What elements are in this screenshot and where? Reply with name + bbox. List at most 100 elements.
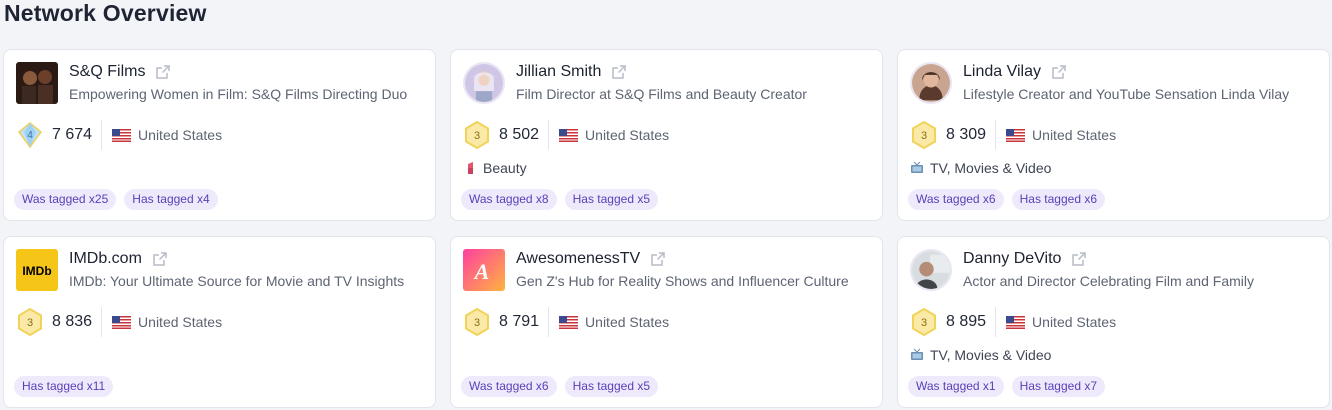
- gold-level-badge-icon: 3: [910, 308, 938, 336]
- divider: [995, 120, 997, 150]
- tag-was-tagged[interactable]: Was tagged x8: [461, 189, 557, 210]
- level-number: 3: [474, 317, 480, 329]
- profile-name-text[interactable]: Jillian Smith: [516, 63, 601, 81]
- divider: [101, 307, 103, 337]
- country-label: United States: [585, 127, 670, 143]
- tag-has-tagged[interactable]: Has tagged x5: [564, 189, 658, 210]
- country-label: United States: [138, 127, 223, 143]
- gold-level-badge-icon: 3: [463, 308, 491, 336]
- stats-row: 3 8 791 United States: [463, 307, 669, 337]
- stats-row: 3 8 836 United States: [16, 307, 222, 337]
- logo-text: IMDb: [22, 264, 51, 278]
- score-value: 7 674: [52, 126, 93, 143]
- avatar[interactable]: [16, 62, 58, 104]
- country-label: United States: [138, 314, 223, 330]
- us-flag-icon: [112, 315, 132, 329]
- profile-name-text[interactable]: AwesomenessTV: [516, 250, 640, 268]
- profile-card-linda-vilay[interactable]: Linda Vilay Lifestyle Creator and YouTub…: [897, 49, 1330, 221]
- stats-row: 4 7 674 United States: [16, 120, 222, 150]
- profile-description: Gen Z's Hub for Reality Shows and Influe…: [516, 273, 849, 289]
- profile-description: IMDb: Your Ultimate Source for Movie and…: [69, 273, 405, 289]
- lipstick-icon: [463, 161, 477, 175]
- divider: [548, 307, 550, 337]
- awesomenesstv-logo[interactable]: A: [463, 249, 505, 291]
- profile-name: AwesomenessTV: [516, 250, 666, 268]
- profile-name-text[interactable]: IMDb.com: [69, 250, 142, 268]
- profile-name: Danny DeVito: [963, 250, 1087, 268]
- us-flag-icon: [559, 315, 579, 329]
- level-number: 3: [27, 317, 33, 329]
- diamond-level-badge-icon: 4: [16, 121, 44, 149]
- category-label: TV, Movies & Video: [930, 160, 1052, 176]
- profile-name: S&Q Films: [69, 63, 171, 81]
- tag-has-tagged[interactable]: Has tagged x6: [1011, 189, 1105, 210]
- tag-was-tagged[interactable]: Was tagged x25: [14, 189, 117, 210]
- divider: [548, 120, 550, 150]
- category-row: TV, Movies & Video: [910, 347, 1051, 363]
- profile-card-danny-devito[interactable]: Danny DeVito Actor and Director Celebrat…: [897, 236, 1330, 408]
- gold-level-badge-icon: 3: [16, 308, 44, 336]
- tag-list: Has tagged x11: [14, 376, 114, 397]
- profile-description: Film Director at S&Q Films and Beauty Cr…: [516, 86, 807, 102]
- tag-has-tagged[interactable]: Has tagged x4: [124, 189, 218, 210]
- stats-row: 3 8 309 United States: [910, 120, 1116, 150]
- avatar[interactable]: [463, 62, 505, 104]
- external-link-icon[interactable]: [155, 64, 171, 80]
- tag-list: Was tagged x1 Has tagged x7: [908, 376, 1105, 397]
- tag-was-tagged[interactable]: Was tagged x6: [908, 189, 1004, 210]
- divider: [101, 120, 103, 150]
- gold-level-badge-icon: 3: [910, 121, 938, 149]
- us-flag-icon: [112, 128, 132, 142]
- tag-has-tagged[interactable]: Has tagged x5: [564, 376, 658, 397]
- us-flag-icon: [559, 128, 579, 142]
- profile-name-text[interactable]: Linda Vilay: [963, 63, 1041, 81]
- television-icon: [910, 348, 924, 362]
- profile-card-jillian-smith[interactable]: Jillian Smith Film Director at S&Q Films…: [450, 49, 883, 221]
- external-link-icon[interactable]: [611, 64, 627, 80]
- profile-card-sq-films[interactable]: S&Q Films Empowering Women in Film: S&Q …: [3, 49, 436, 221]
- network-grid: S&Q Films Empowering Women in Film: S&Q …: [3, 49, 1330, 408]
- avatar[interactable]: [910, 62, 952, 104]
- score-value: 8 502: [499, 126, 540, 143]
- profile-card-awesomenesstv[interactable]: A AwesomenessTV Gen Z's Hub for Reality …: [450, 236, 883, 408]
- imdb-logo[interactable]: IMDb: [16, 249, 58, 291]
- profile-name: Linda Vilay: [963, 63, 1067, 81]
- us-flag-icon: [1006, 315, 1026, 329]
- tag-was-tagged[interactable]: Was tagged x6: [461, 376, 557, 397]
- category-row: TV, Movies & Video: [910, 160, 1051, 176]
- tag-has-tagged[interactable]: Has tagged x7: [1011, 376, 1105, 397]
- score-value: 8 309: [946, 126, 987, 143]
- external-link-icon[interactable]: [1071, 251, 1087, 267]
- tag-was-tagged[interactable]: Was tagged x1: [908, 376, 1004, 397]
- score-value: 8 791: [499, 313, 540, 330]
- profile-description: Lifestyle Creator and YouTube Sensation …: [963, 86, 1290, 102]
- page-title: Network Overview: [4, 0, 207, 26]
- profile-name-text[interactable]: S&Q Films: [69, 63, 145, 81]
- category-label: TV, Movies & Video: [930, 347, 1052, 363]
- profile-name: IMDb.com: [69, 250, 168, 268]
- tag-has-tagged[interactable]: Has tagged x11: [14, 376, 114, 397]
- country-label: United States: [585, 314, 670, 330]
- external-link-icon[interactable]: [1051, 64, 1067, 80]
- television-icon: [910, 161, 924, 175]
- score-value: 8 836: [52, 313, 93, 330]
- stats-row: 3 8 502 United States: [463, 120, 669, 150]
- external-link-icon[interactable]: [152, 251, 168, 267]
- level-number: 3: [921, 317, 927, 329]
- external-link-icon[interactable]: [650, 251, 666, 267]
- profile-description: Empowering Women in Film: S&Q Films Dire…: [69, 86, 408, 102]
- logo-text: A: [473, 259, 490, 284]
- country-label: United States: [1032, 314, 1117, 330]
- level-number: 4: [27, 130, 33, 141]
- profile-name-text[interactable]: Danny DeVito: [963, 250, 1061, 268]
- level-number: 3: [474, 130, 480, 142]
- tag-list: Was tagged x8 Has tagged x5: [461, 189, 658, 210]
- country-label: United States: [1032, 127, 1117, 143]
- profile-card-imdb[interactable]: IMDb IMDb.com IMDb: Your Ultimate Source…: [3, 236, 436, 408]
- avatar[interactable]: [910, 249, 952, 291]
- tag-list: Was tagged x6 Has tagged x5: [461, 376, 658, 397]
- gold-level-badge-icon: 3: [463, 121, 491, 149]
- category-label: Beauty: [483, 160, 527, 176]
- level-number: 3: [921, 130, 927, 142]
- stats-row: 3 8 895 United States: [910, 307, 1116, 337]
